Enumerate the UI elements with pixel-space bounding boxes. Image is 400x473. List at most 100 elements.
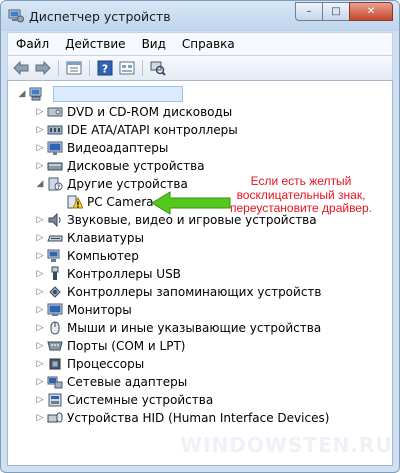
scan-icon[interactable] — [149, 59, 167, 77]
tree-item-child[interactable]: ! PC Camera — [56, 193, 154, 211]
svg-text:?: ? — [102, 63, 108, 76]
maximize-button[interactable]: □ — [322, 2, 350, 21]
network-adapter-icon — [47, 376, 63, 389]
expand-arrow-icon[interactable]: ▷ — [36, 215, 44, 225]
properties-icon[interactable] — [65, 59, 83, 77]
tree-item[interactable]: ▷ Процессоры — [36, 355, 145, 373]
tree-item[interactable]: ▷ Видеоадаптеры — [36, 139, 168, 157]
expand-arrow-icon[interactable]: ▷ — [36, 395, 44, 405]
expand-arrow-icon[interactable]: ▷ — [36, 359, 44, 369]
pointer-arrow-icon — [151, 191, 231, 215]
watermark: WINDOWSTEN.RU — [180, 433, 393, 457]
tree-item-label: Мыши и иные указывающие устройства — [67, 321, 322, 335]
menu-file[interactable]: Файл — [8, 37, 57, 51]
tree-item-label: Контроллеры USB — [67, 267, 181, 281]
tree-item-label: Контроллеры запоминающих устройств — [67, 285, 322, 299]
toolbar-separator — [89, 60, 90, 76]
tree-item-label: PC Camera — [87, 195, 154, 209]
window-title: Диспетчер устройств — [29, 9, 171, 24]
back-icon[interactable] — [12, 59, 30, 77]
expand-arrow-icon[interactable]: ▷ — [36, 143, 44, 153]
keyboard-icon — [47, 235, 63, 242]
tree-item[interactable]: ▷ Порты (COM и LPT) — [36, 337, 186, 355]
tree-item[interactable]: ▷ Сетевые адаптеры — [36, 373, 188, 391]
sound-icon — [48, 212, 61, 228]
tree-item-label: Системные устройства — [67, 393, 214, 407]
tree-item-label: Устройства HID (Human Interface Devices) — [67, 411, 330, 425]
forward-icon[interactable] — [34, 59, 52, 77]
details-icon[interactable] — [118, 59, 136, 77]
root-label[interactable] — [53, 86, 183, 102]
system-device-icon — [48, 393, 62, 407]
computer-icon — [29, 87, 42, 101]
toolbar-separator — [142, 60, 143, 76]
svg-text:?: ? — [57, 184, 61, 191]
tree-item[interactable]: ▷ Устройства HID (Human Interface Device… — [36, 409, 330, 427]
annotation-line: Если есть желтый — [250, 174, 352, 188]
display-adapter-icon — [47, 141, 63, 155]
tree-item[interactable]: ▷ Системные устройства — [36, 391, 214, 409]
menu-action[interactable]: Действие — [57, 37, 133, 51]
tree-item-label: Порты (COM и LPT) — [67, 339, 186, 353]
expand-arrow-icon[interactable]: ▷ — [36, 107, 44, 117]
tree-item-label: Дисковые устройства — [67, 159, 205, 173]
menu-bar: Файл Действие Вид Справка — [7, 32, 393, 55]
tree-item[interactable]: ▷ Мониторы — [36, 301, 132, 319]
collapse-arrow-icon[interactable]: ◢ — [36, 179, 44, 189]
hid-icon — [47, 412, 63, 423]
device-tree: ◢ ▷ DVD и CD-ROM дисководы ▷ IDE ATA/ATA… — [7, 80, 393, 466]
tree-item-label: Процессоры — [67, 357, 145, 371]
menu-view[interactable]: Вид — [134, 37, 174, 51]
help-icon[interactable]: ? — [96, 59, 114, 77]
processor-icon — [49, 358, 61, 370]
expand-arrow-icon[interactable]: ▷ — [36, 305, 44, 315]
tree-item[interactable]: ▷ Мыши и иные указывающие устройства — [36, 319, 322, 337]
tree-item-label: Видеоадаптеры — [67, 141, 169, 155]
computer-icon — [47, 249, 60, 262]
expand-arrow-icon[interactable]: ▷ — [36, 233, 44, 243]
expand-arrow-icon[interactable]: ▷ — [36, 341, 44, 351]
device-manager-icon — [8, 9, 24, 23]
expand-arrow-icon[interactable]: ▷ — [36, 413, 44, 423]
expand-arrow-icon[interactable]: ▷ — [36, 377, 44, 387]
tree-item[interactable]: ▷ Компьютер — [36, 247, 139, 265]
expand-arrow-icon[interactable]: ▷ — [36, 269, 44, 279]
tree-item[interactable]: ▷ Контроллеры USB — [36, 265, 181, 283]
tree-item-label: Клавиатуры — [67, 231, 144, 245]
expand-arrow-icon[interactable]: ▷ — [36, 323, 44, 333]
expand-arrow-icon[interactable]: ▷ — [36, 125, 44, 135]
tree-item[interactable]: ▷ DVD и CD-ROM дисководы — [36, 103, 233, 121]
ide-controller-icon — [47, 125, 63, 135]
device-manager-window: Диспетчер устройств – □ ✕ Файл Действие … — [0, 0, 400, 473]
tree-item-label: IDE ATA/ATAPI контроллеры — [67, 123, 238, 137]
annotation-line: переустановите драйвер. — [229, 201, 372, 215]
window-controls: – □ ✕ — [295, 2, 393, 21]
monitor-icon — [47, 303, 63, 316]
annotation-text: Если есть желтый восклицательный знак, п… — [221, 174, 381, 216]
disk-drive-icon — [47, 162, 63, 171]
expand-arrow-icon[interactable]: ▷ — [36, 161, 44, 171]
close-button[interactable]: ✕ — [349, 2, 393, 21]
tree-item[interactable]: ▷ Клавиатуры — [36, 229, 144, 247]
toolbar: ? — [7, 55, 393, 81]
port-icon — [47, 341, 63, 351]
minimize-button[interactable]: – — [295, 2, 323, 21]
collapse-arrow-icon[interactable]: ◢ — [18, 89, 26, 99]
unknown-device-icon: ? — [48, 177, 63, 191]
tree-item[interactable]: ▷ Дисковые устройства — [36, 157, 205, 175]
expand-arrow-icon[interactable]: ▷ — [36, 287, 44, 297]
tree-item-label: Мониторы — [67, 303, 132, 317]
warning-device-icon: ! — [67, 195, 83, 209]
annotation-line: восклицательный знак, — [236, 187, 366, 202]
tree-item[interactable]: ▷ Контроллеры запоминающих устройств — [36, 283, 322, 301]
title-bar[interactable]: Диспетчер устройств – □ ✕ — [1, 1, 399, 31]
tree-item-label: DVD и CD-ROM дисководы — [67, 105, 233, 119]
menu-help[interactable]: Справка — [174, 37, 243, 51]
tree-item-label: Сетевые адаптеры — [67, 375, 188, 389]
storage-controller-icon — [49, 286, 61, 298]
tree-item[interactable]: ▷ IDE ATA/ATAPI контроллеры — [36, 121, 238, 139]
tree-item-label: Другие устройства — [67, 177, 188, 191]
tree-root[interactable]: ◢ — [18, 85, 183, 103]
expand-arrow-icon[interactable]: ▷ — [36, 251, 44, 261]
tree-item-label: Компьютер — [67, 249, 139, 263]
